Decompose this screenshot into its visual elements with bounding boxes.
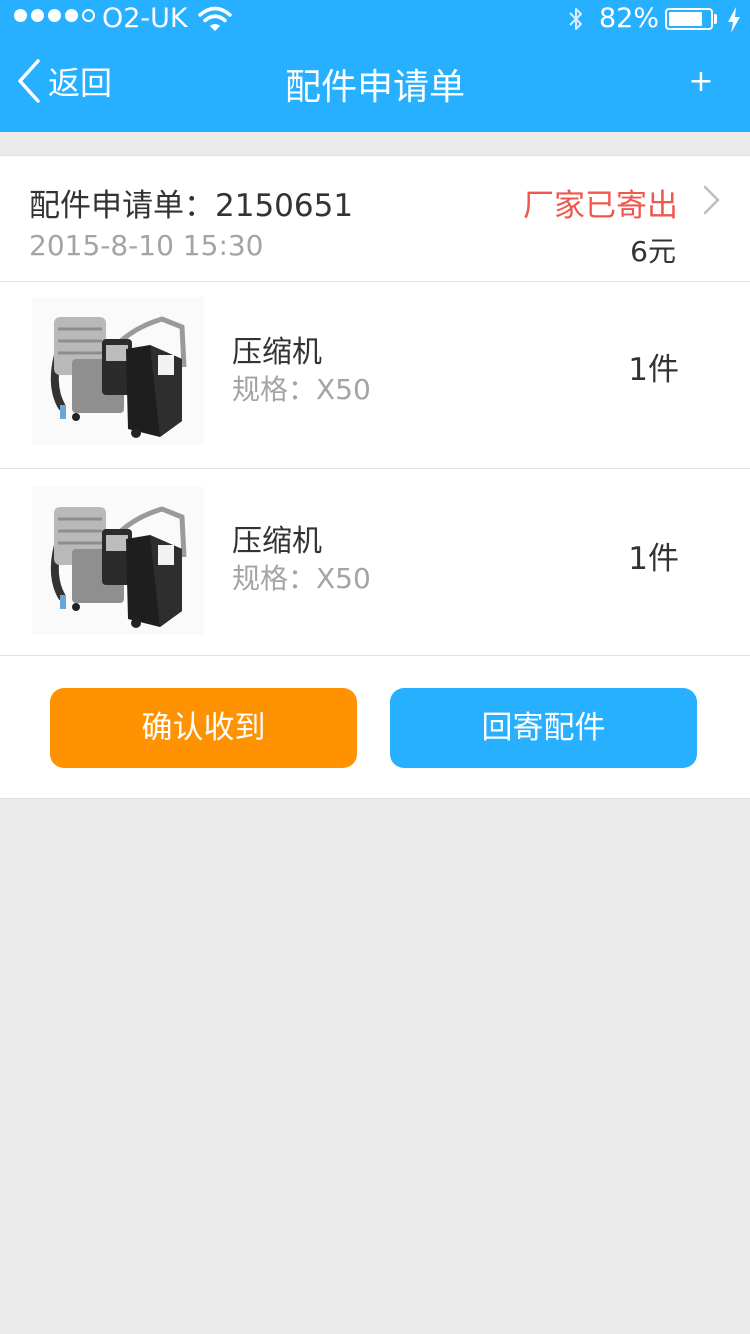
item-name: 压缩机 xyxy=(232,524,322,559)
item-spec: 规格：X50 xyxy=(232,562,371,595)
item-name: 压缩机 xyxy=(232,335,322,370)
item-quantity: 1件 xyxy=(628,541,679,577)
top-bar: O2-UK 82% 返回 配件申请单 + xyxy=(0,0,750,132)
add-button[interactable]: + xyxy=(684,60,718,104)
bluetooth-icon xyxy=(569,8,582,30)
carrier-name: O2-UK xyxy=(102,3,188,34)
order-date: 2015-8-10 15:30 xyxy=(29,229,264,262)
air-compressor-image xyxy=(32,487,204,635)
battery-percent: 82% xyxy=(599,3,660,34)
charging-bolt-icon xyxy=(728,7,740,33)
air-compressor-image xyxy=(32,297,204,445)
item-spec: 规格：X50 xyxy=(232,373,371,406)
chevron-right-icon xyxy=(703,185,720,215)
order-number: 配件申请单：2150651 xyxy=(29,188,354,224)
order-price: 6元 xyxy=(630,235,676,268)
item-quantity: 1件 xyxy=(628,352,679,388)
return-parts-button[interactable]: 回寄配件 xyxy=(390,688,697,768)
wifi-icon xyxy=(198,6,232,31)
page-title: 配件申请单 xyxy=(284,67,465,108)
order-header[interactable]: 配件申请单：2150651 厂家已寄出 2015-8-10 15:30 6元 xyxy=(0,156,750,282)
confirm-receipt-button[interactable]: 确认收到 xyxy=(50,688,357,768)
order-status: 厂家已寄出 xyxy=(523,188,678,224)
battery-icon xyxy=(665,8,713,30)
list-item[interactable]: 压缩机 规格：X50 1件 xyxy=(0,469,750,656)
order-card: 配件申请单：2150651 厂家已寄出 2015-8-10 15:30 6元 压… xyxy=(0,155,750,799)
status-bar: O2-UK 82% xyxy=(0,0,750,40)
list-item[interactable]: 压缩机 规格：X50 1件 xyxy=(0,282,750,469)
signal-dots-icon xyxy=(14,9,95,22)
